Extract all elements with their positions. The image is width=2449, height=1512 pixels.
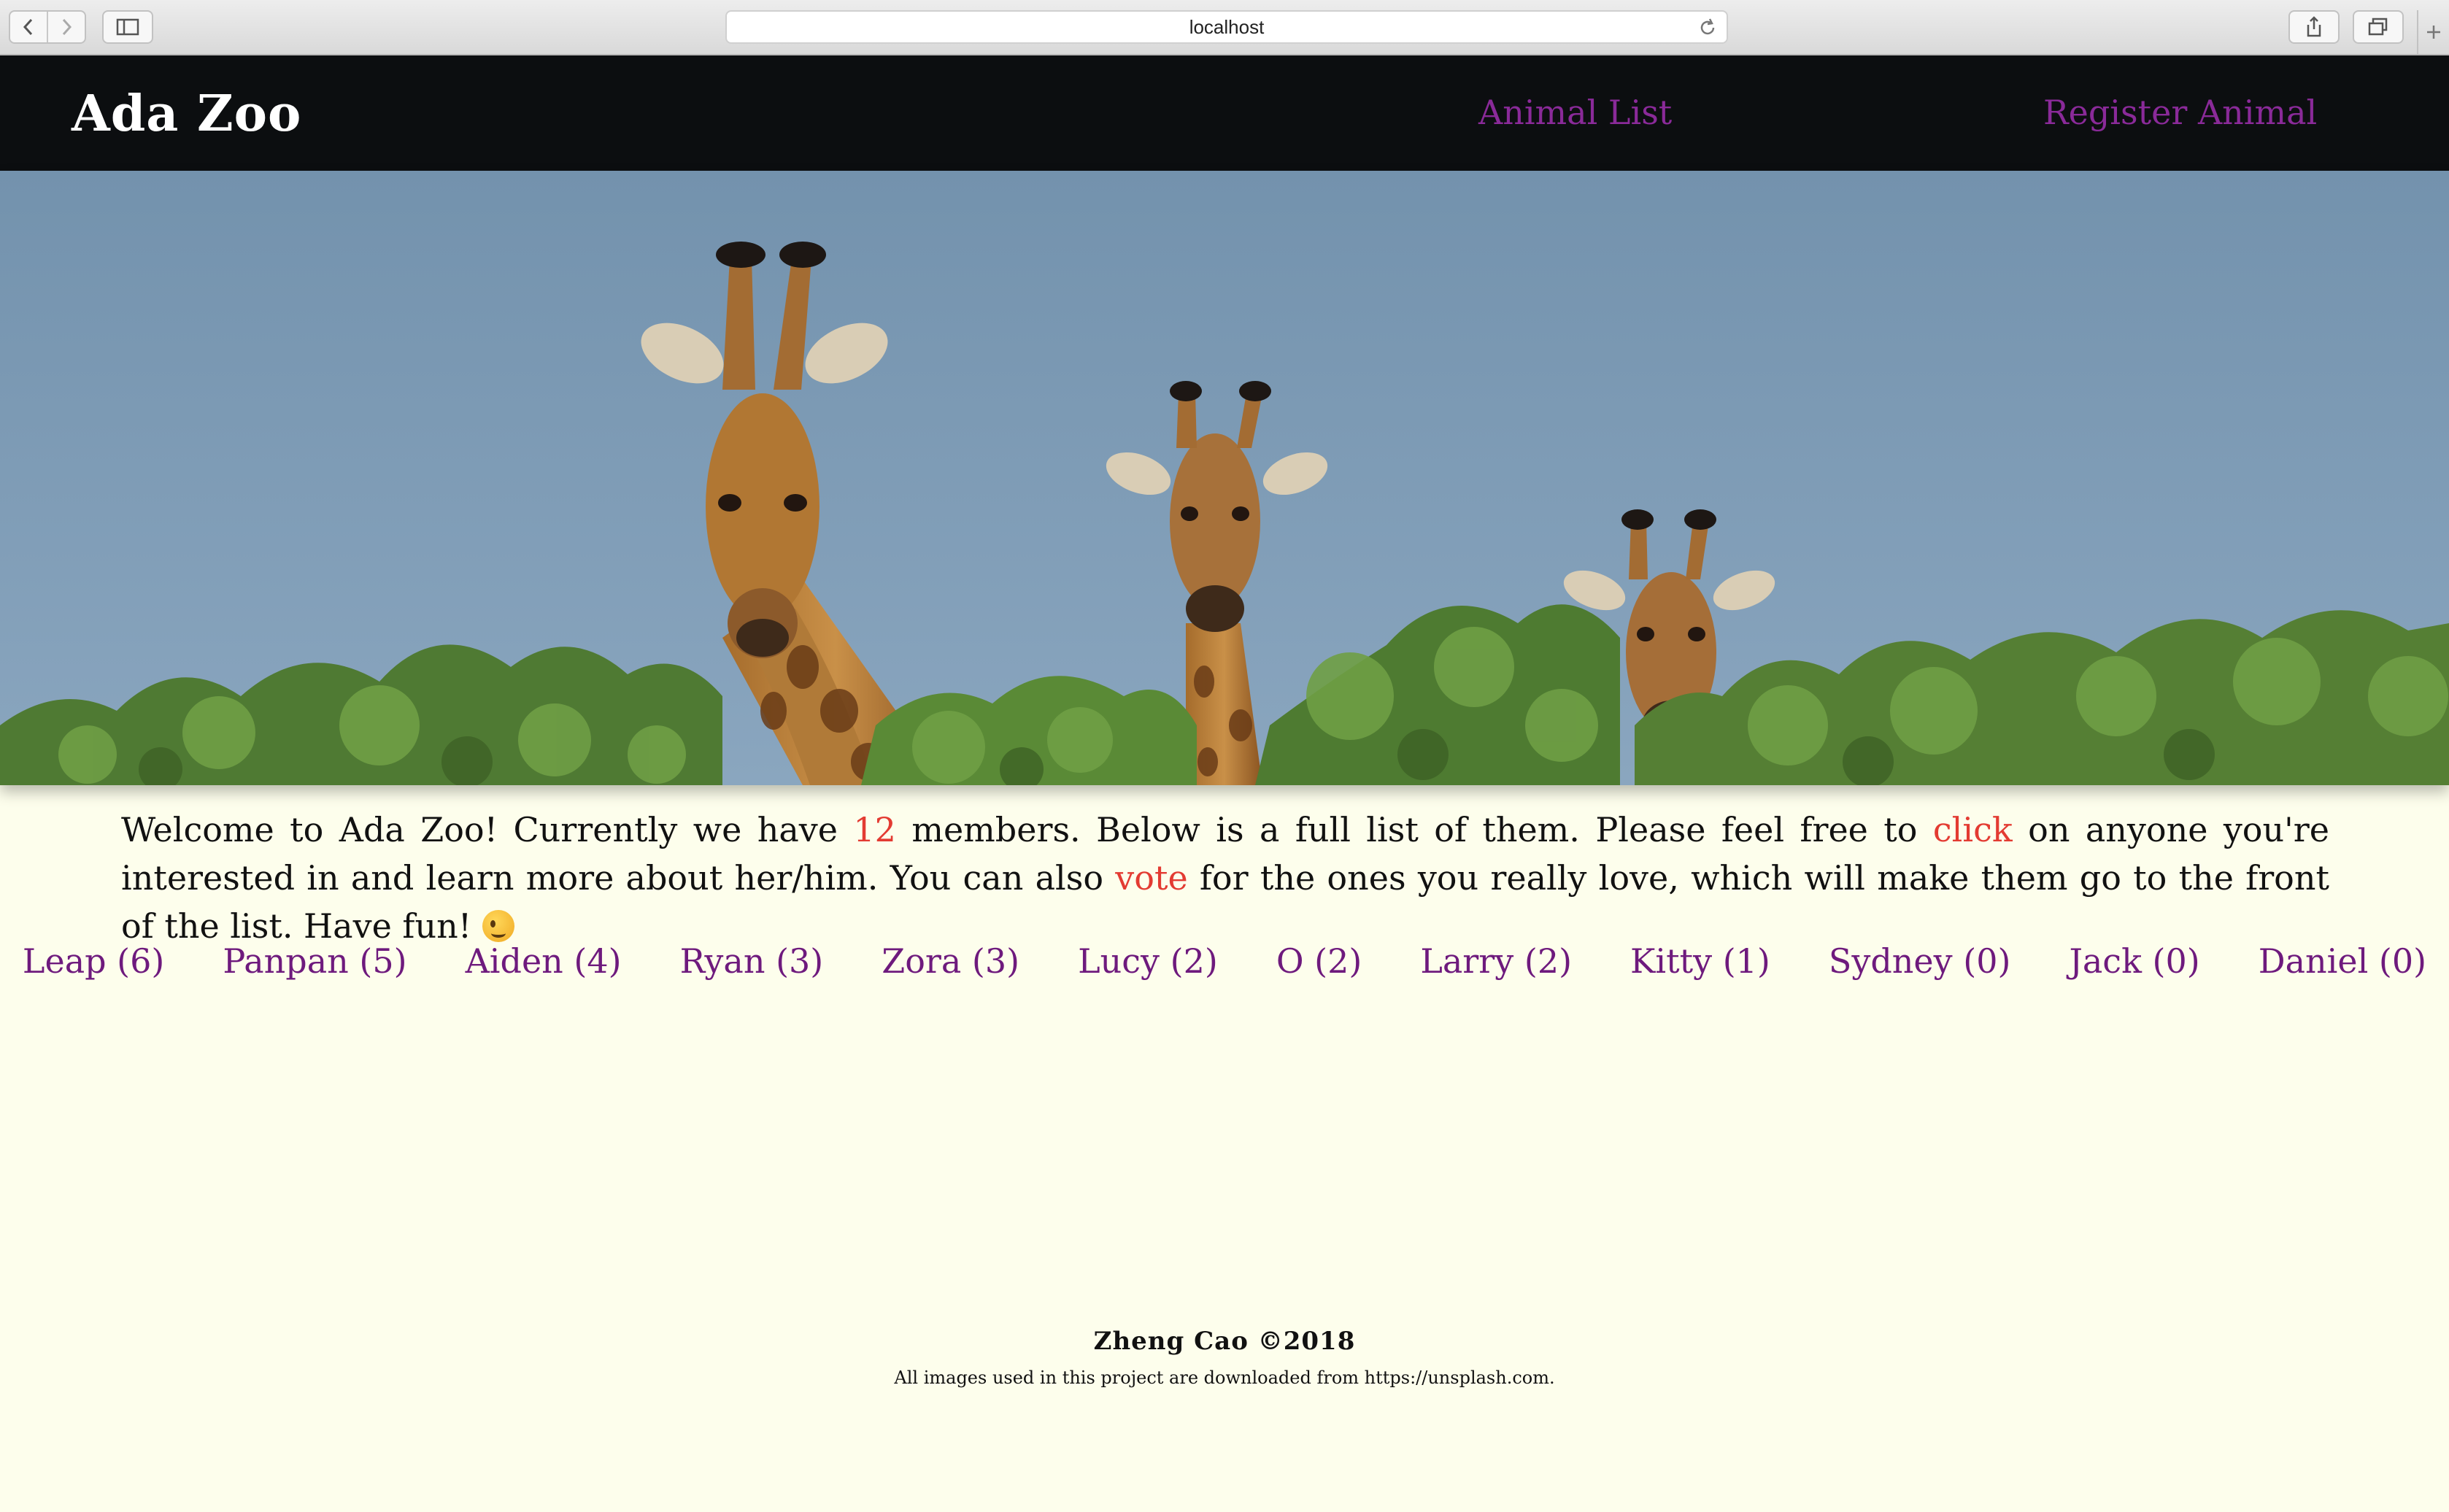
animal-link[interactable]: Ryan (3) bbox=[651, 941, 853, 981]
animal-link[interactable]: Lucy (2) bbox=[1049, 941, 1247, 981]
nav-animal-list[interactable]: Animal List bbox=[1478, 90, 1672, 134]
plus-icon bbox=[2427, 26, 2440, 39]
animal-list: Leap (6) Panpan (5) Aiden (4) Ryan (3) Z… bbox=[0, 941, 2449, 981]
animal-link[interactable]: Panpan (5) bbox=[193, 941, 436, 981]
new-tab-button[interactable] bbox=[2417, 10, 2449, 54]
image-credit-text: All images used in this project are down… bbox=[894, 1368, 1555, 1388]
chevron-right-icon bbox=[62, 18, 72, 36]
welcome-text: Welcome to Ada Zoo! Currently we have 12… bbox=[121, 806, 2329, 950]
animal-link[interactable]: Larry (2) bbox=[1391, 941, 1601, 981]
page-footer: Zheng Cao ©2018 All images used in this … bbox=[0, 1327, 2449, 1388]
history-buttons bbox=[9, 10, 86, 44]
address-bar[interactable]: localhost bbox=[725, 10, 1728, 44]
intro-text-1: Welcome to Ada Zoo! Currently we have bbox=[121, 810, 854, 849]
animal-link[interactable]: O (2) bbox=[1247, 941, 1392, 981]
nav-register-animal[interactable]: Register Animal bbox=[2043, 90, 2317, 134]
vote-highlight: vote bbox=[1115, 858, 1188, 898]
animal-link[interactable]: Kitty (1) bbox=[1601, 941, 1800, 981]
site-header: Ada Zoo Animal List Register Animal bbox=[0, 55, 2449, 171]
intro-text-2: members. Below is a full list of them. P… bbox=[895, 810, 1933, 849]
animal-link[interactable]: Aiden (4) bbox=[436, 941, 651, 981]
member-count: 12 bbox=[853, 810, 896, 849]
site-logo[interactable]: Ada Zoo bbox=[72, 85, 301, 143]
reload-icon bbox=[1700, 18, 1715, 35]
animal-link[interactable]: Leap (6) bbox=[0, 941, 193, 981]
browser-toolbar: localhost bbox=[0, 0, 2449, 55]
copyright-text: Zheng Cao ©2018 bbox=[1093, 1327, 1356, 1356]
forward-button[interactable] bbox=[47, 12, 85, 42]
hero-image bbox=[0, 171, 2449, 785]
sidebar-icon bbox=[116, 18, 139, 36]
tabs-icon bbox=[2368, 18, 2388, 36]
url-text: localhost bbox=[1189, 15, 1265, 38]
back-button[interactable] bbox=[10, 12, 47, 42]
giraffes-image bbox=[0, 171, 2449, 785]
share-button[interactable] bbox=[2288, 10, 2340, 44]
animal-link[interactable]: Daniel (0) bbox=[2229, 941, 2449, 981]
click-highlight: click bbox=[1932, 810, 2013, 849]
chevron-left-icon bbox=[23, 18, 33, 36]
winking-face-icon bbox=[482, 910, 514, 942]
sidebar-toggle-button[interactable] bbox=[102, 10, 153, 44]
reload-button[interactable] bbox=[1697, 18, 1718, 43]
tabs-overview-button[interactable] bbox=[2353, 10, 2404, 44]
animal-link[interactable]: Sydney (0) bbox=[1800, 941, 2040, 981]
animal-link[interactable]: Jack (0) bbox=[2040, 941, 2229, 981]
animal-link[interactable]: Zora (3) bbox=[852, 941, 1049, 981]
share-icon bbox=[2307, 16, 2321, 37]
